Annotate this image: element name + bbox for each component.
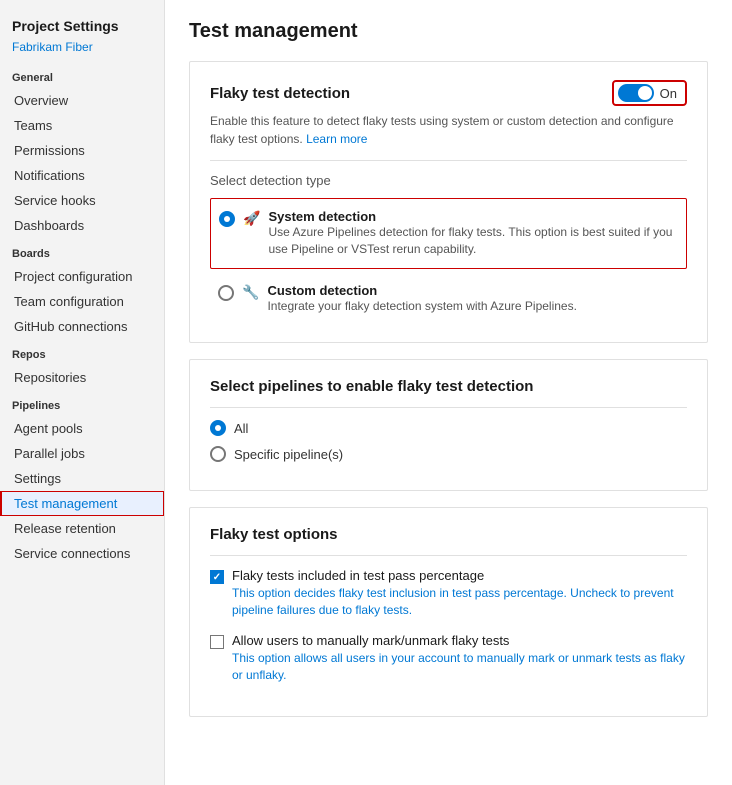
sidebar-item-settings[interactable]: Settings bbox=[0, 466, 164, 491]
rocket-icon: 🚀 bbox=[243, 210, 260, 227]
include-pass-percentage-option: Flaky tests included in test pass percen… bbox=[210, 568, 687, 619]
allow-manual-mark-option: Allow users to manually mark/unmark flak… bbox=[210, 633, 687, 684]
sidebar-item-permissions[interactable]: Permissions bbox=[0, 138, 164, 163]
system-detection-title: System detection bbox=[268, 209, 678, 224]
flaky-detection-header-row: Flaky test detection On bbox=[210, 80, 687, 106]
sidebar-item-agent-pools[interactable]: Agent pools bbox=[0, 416, 164, 441]
sidebar: Project Settings Fabrikam Fiber General … bbox=[0, 0, 165, 785]
flaky-detection-title: Flaky test detection bbox=[210, 85, 350, 102]
sidebar-item-overview[interactable]: Overview bbox=[0, 88, 164, 113]
custom-detection-radio[interactable] bbox=[218, 285, 234, 301]
flaky-options-title: Flaky test options bbox=[210, 526, 687, 543]
allow-manual-mark-checkbox[interactable] bbox=[210, 635, 224, 649]
include-pass-percentage-text: Flaky tests included in test pass percen… bbox=[232, 568, 687, 619]
sidebar-section-general: General bbox=[0, 62, 164, 88]
flaky-detection-card: Flaky test detection On Enable this feat… bbox=[189, 61, 708, 343]
flaky-toggle-wrapper[interactable]: On bbox=[612, 80, 687, 106]
all-pipelines-radio[interactable] bbox=[210, 420, 226, 436]
custom-detection-desc: Integrate your flaky detection system wi… bbox=[267, 298, 679, 315]
divider-3 bbox=[210, 555, 687, 556]
divider-1 bbox=[210, 160, 687, 161]
sidebar-section-boards: Boards bbox=[0, 238, 164, 264]
all-pipelines-label: All bbox=[234, 421, 248, 436]
pipelines-title: Select pipelines to enable flaky test de… bbox=[210, 378, 687, 395]
pipelines-card: Select pipelines to enable flaky test de… bbox=[189, 359, 708, 491]
system-detection-radio[interactable] bbox=[219, 211, 235, 227]
sidebar-item-github-connections[interactable]: GitHub connections bbox=[0, 314, 164, 339]
sidebar-item-service-hooks[interactable]: Service hooks bbox=[0, 188, 164, 213]
allow-manual-mark-desc: This option allows all users in your acc… bbox=[232, 650, 687, 684]
system-detection-text: System detection Use Azure Pipelines det… bbox=[268, 209, 678, 258]
sidebar-item-notifications[interactable]: Notifications bbox=[0, 163, 164, 188]
sidebar-item-dashboards[interactable]: Dashboards bbox=[0, 213, 164, 238]
flaky-detection-description: Enable this feature to detect flaky test… bbox=[210, 112, 687, 148]
system-detection-desc: Use Azure Pipelines detection for flaky … bbox=[268, 224, 678, 258]
toggle-thumb bbox=[638, 86, 652, 100]
sidebar-item-release-retention[interactable]: Release retention bbox=[0, 516, 164, 541]
sidebar-item-repositories[interactable]: Repositories bbox=[0, 365, 164, 390]
learn-more-link[interactable]: Learn more bbox=[306, 132, 367, 146]
detection-type-label: Select detection type bbox=[210, 173, 687, 188]
sidebar-item-service-connections[interactable]: Service connections bbox=[0, 541, 164, 566]
flaky-toggle[interactable] bbox=[618, 84, 654, 102]
toggle-track bbox=[618, 84, 654, 102]
sidebar-title: Project Settings bbox=[0, 10, 164, 38]
page-title: Test management bbox=[189, 20, 708, 43]
allow-manual-mark-text: Allow users to manually mark/unmark flak… bbox=[232, 633, 687, 684]
main-content: Test management Flaky test detection On … bbox=[165, 0, 732, 785]
custom-detection-text: Custom detection Integrate your flaky de… bbox=[267, 283, 679, 315]
include-pass-percentage-checkbox[interactable] bbox=[210, 570, 224, 584]
custom-detection-title: Custom detection bbox=[267, 283, 679, 298]
include-pass-percentage-title: Flaky tests included in test pass percen… bbox=[232, 568, 687, 583]
sidebar-item-parallel-jobs[interactable]: Parallel jobs bbox=[0, 441, 164, 466]
sidebar-section-pipelines: Pipelines bbox=[0, 390, 164, 416]
sidebar-item-team-configuration[interactable]: Team configuration bbox=[0, 289, 164, 314]
system-detection-option[interactable]: 🚀 System detection Use Azure Pipelines d… bbox=[210, 198, 687, 269]
allow-manual-mark-title: Allow users to manually mark/unmark flak… bbox=[232, 633, 687, 648]
wrench-icon: 🔧 bbox=[242, 284, 259, 301]
specific-pipelines-option[interactable]: Specific pipeline(s) bbox=[210, 446, 687, 462]
sidebar-item-teams[interactable]: Teams bbox=[0, 113, 164, 138]
flaky-options-card: Flaky test options Flaky tests included … bbox=[189, 507, 708, 716]
sidebar-item-test-management[interactable]: Test management bbox=[0, 491, 164, 516]
divider-2 bbox=[210, 407, 687, 408]
sidebar-section-repos: Repos bbox=[0, 339, 164, 365]
sidebar-subtitle[interactable]: Fabrikam Fiber bbox=[0, 38, 164, 62]
specific-pipelines-radio[interactable] bbox=[210, 446, 226, 462]
specific-pipelines-label: Specific pipeline(s) bbox=[234, 447, 343, 462]
sidebar-item-project-configuration[interactable]: Project configuration bbox=[0, 264, 164, 289]
all-pipelines-option[interactable]: All bbox=[210, 420, 687, 436]
toggle-label: On bbox=[660, 86, 677, 101]
custom-detection-option[interactable]: 🔧 Custom detection Integrate your flaky … bbox=[210, 273, 687, 325]
include-pass-percentage-desc: This option decides flaky test inclusion… bbox=[232, 585, 687, 619]
